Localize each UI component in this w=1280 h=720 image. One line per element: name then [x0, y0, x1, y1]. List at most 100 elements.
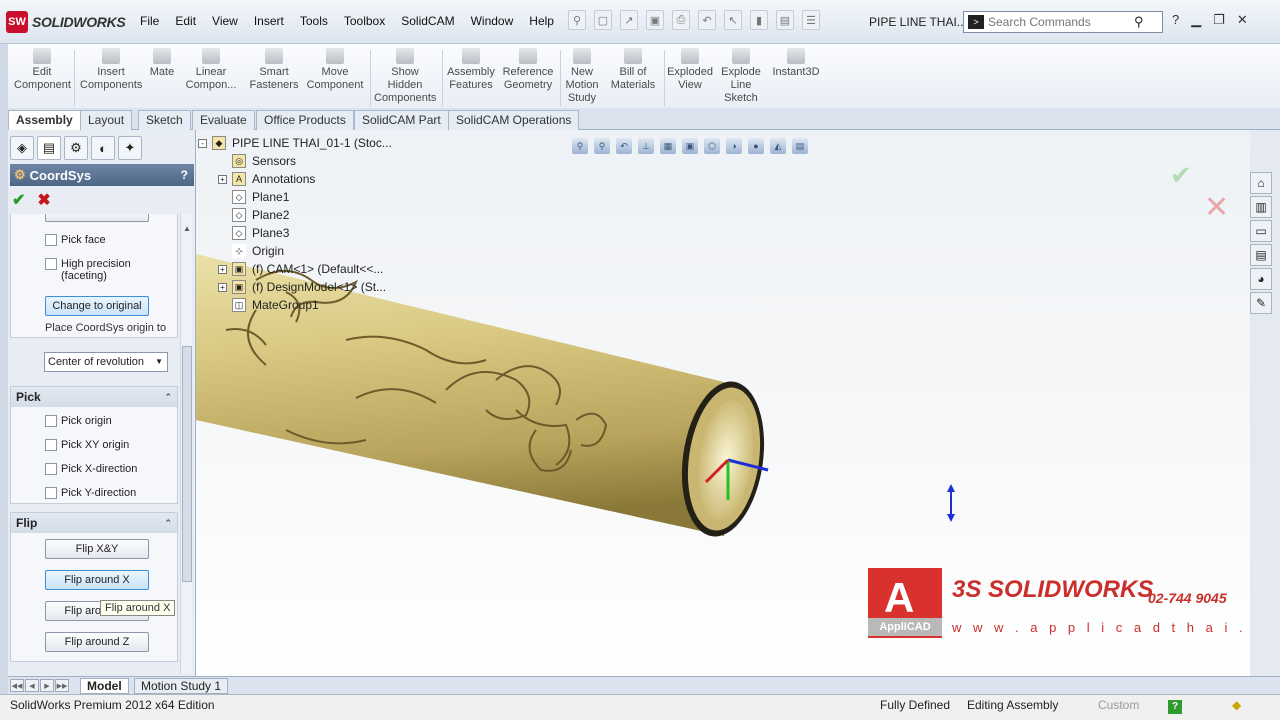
- print-icon[interactable]: ⎙: [672, 10, 690, 30]
- custom-properties-icon[interactable]: ✎: [1250, 292, 1272, 314]
- appearances-icon[interactable]: ◕: [1250, 268, 1272, 290]
- next-tab-icon[interactable]: ▶: [40, 679, 54, 692]
- mate-button[interactable]: Mate: [146, 48, 178, 79]
- pick-x-direction-checkbox[interactable]: Pick X-direction: [45, 463, 137, 475]
- flip-around-z-button[interactable]: Flip around Z: [45, 632, 149, 652]
- solidcam-tab-icon[interactable]: ✦: [118, 136, 142, 160]
- solidworks-logo[interactable]: SW SOLIDWORKS: [6, 10, 126, 34]
- menu-toolbox[interactable]: Toolbox: [344, 14, 385, 28]
- dynamic-annotation-icon[interactable]: ▦: [660, 138, 676, 154]
- menu-window[interactable]: Window: [471, 14, 514, 28]
- edit-appearance-icon[interactable]: ●: [748, 138, 764, 154]
- checkbox-box[interactable]: [45, 415, 57, 427]
- new-motion-study-button[interactable]: New Motion Study: [564, 48, 600, 105]
- view-palette-icon[interactable]: ▤: [1250, 244, 1272, 266]
- pick-face-checkbox[interactable]: Pick face: [45, 234, 106, 246]
- pick-origin-checkbox[interactable]: Pick origin: [45, 415, 112, 427]
- minimize-icon[interactable]: ▁: [1191, 12, 1201, 28]
- open-icon[interactable]: ↗: [620, 10, 638, 30]
- help-button[interactable]: ?: [181, 168, 188, 182]
- menu-solidcam[interactable]: SolidCAM: [401, 14, 454, 28]
- first-tab-icon[interactable]: ◀◀: [10, 679, 24, 692]
- display-style-icon[interactable]: ⬡: [704, 138, 720, 154]
- show-hidden-components-button[interactable]: Show Hidden Components: [374, 48, 436, 105]
- menu-view[interactable]: View: [212, 14, 238, 28]
- section-view-icon[interactable]: ⊥: [638, 138, 654, 154]
- tab-model[interactable]: Model: [80, 678, 129, 694]
- view-settings-icon[interactable]: ▤: [792, 138, 808, 154]
- restore-icon[interactable]: ❐: [1213, 12, 1225, 28]
- checkbox-box[interactable]: [45, 439, 57, 451]
- vertical-scrollbar[interactable]: ▲: [180, 214, 192, 674]
- checkbox-box[interactable]: [45, 463, 57, 475]
- previous-view-icon[interactable]: ↶: [616, 138, 632, 154]
- change-to-original-button[interactable]: Change to original: [45, 296, 149, 316]
- move-component-button[interactable]: Move Component: [306, 48, 364, 92]
- hide-show-items-icon[interactable]: ◑: [726, 138, 742, 154]
- scroll-up-icon[interactable]: ▲: [183, 224, 191, 233]
- tree-item-cam[interactable]: + ▣ (f) CAM<1> (Default<<...: [198, 260, 392, 278]
- high-precision-checkbox[interactable]: High precision (faceting): [45, 258, 155, 282]
- configuration-manager-tab-icon[interactable]: ⚙: [64, 136, 88, 160]
- design-library-icon[interactable]: ▥: [1250, 196, 1272, 218]
- tab-evaluate[interactable]: Evaluate: [192, 110, 255, 130]
- select-icon[interactable]: ↖: [724, 10, 742, 30]
- tree-item-origin[interactable]: ⊹ Origin: [198, 242, 392, 260]
- cancel-x-icon[interactable]: ✖: [37, 190, 50, 210]
- rebuild-icon[interactable]: ▮: [750, 10, 768, 30]
- smart-fasteners-button[interactable]: Smart Fasteners: [246, 48, 302, 92]
- undo-icon[interactable]: ↶: [698, 10, 716, 30]
- menu-tools[interactable]: Tools: [300, 14, 328, 28]
- assembly-features-button[interactable]: Assembly Features: [446, 48, 496, 92]
- tree-item-plane3[interactable]: ◇ Plane3: [198, 224, 392, 242]
- menu-file[interactable]: File: [140, 14, 159, 28]
- status-help-icon[interactable]: ?: [1168, 700, 1182, 714]
- tree-item-designmodel[interactable]: + ▣ (f) DesignModel<1> (St...: [198, 278, 392, 296]
- zoom-to-fit-icon[interactable]: ⚲: [572, 138, 588, 154]
- scroll-thumb[interactable]: [182, 346, 192, 582]
- view-orientation-icon[interactable]: ▣: [682, 138, 698, 154]
- collapse-icon[interactable]: ⌃: [164, 387, 172, 407]
- tab-solidcam-operations[interactable]: SolidCAM Operations: [448, 110, 580, 130]
- pick-xy-origin-checkbox[interactable]: Pick XY origin: [45, 439, 129, 451]
- flip-xy-button[interactable]: Flip X&Y: [45, 539, 149, 559]
- tree-item-plane1[interactable]: ◇ Plane1: [198, 188, 392, 206]
- display-manager-tab-icon[interactable]: ◐: [91, 136, 115, 160]
- tree-item-assembly[interactable]: - ◆ PIPE LINE THAI_01-1 (Stoc...: [198, 134, 392, 152]
- pin-icon[interactable]: ⚲: [568, 10, 586, 30]
- close-icon[interactable]: ✕: [1237, 12, 1248, 28]
- tree-item-annotations[interactable]: + A Annotations: [198, 170, 392, 188]
- menu-insert[interactable]: Insert: [254, 14, 284, 28]
- menu-help[interactable]: Help: [529, 14, 554, 28]
- pick-y-direction-checkbox[interactable]: Pick Y-direction: [45, 487, 136, 499]
- tab-assembly[interactable]: Assembly: [8, 110, 81, 130]
- prev-tab-icon[interactable]: ◀: [25, 679, 39, 692]
- reference-geometry-button[interactable]: Reference Geometry: [500, 48, 556, 92]
- scrolled-button[interactable]: [45, 214, 149, 222]
- instant3d-button[interactable]: Instant3D: [770, 48, 822, 79]
- rebuild-status-icon[interactable]: ◆: [1232, 698, 1241, 712]
- custom-units-select[interactable]: Custom: [1098, 698, 1139, 712]
- search-input[interactable]: [988, 15, 1128, 29]
- bill-of-materials-button[interactable]: Bill of Materials: [606, 48, 660, 92]
- linear-pattern-button[interactable]: Linear Compon...: [182, 48, 240, 92]
- apply-scene-icon[interactable]: ◭: [770, 138, 786, 154]
- tab-sketch[interactable]: Sketch: [138, 110, 191, 130]
- save-icon[interactable]: ▣: [646, 10, 664, 30]
- tree-item-mategroup[interactable]: ◫ MateGroup1: [198, 296, 392, 314]
- tab-layout[interactable]: Layout: [80, 110, 133, 130]
- new-document-icon[interactable]: ▢: [594, 10, 612, 30]
- confirmation-reject-icon[interactable]: ✕: [1204, 190, 1229, 225]
- flip-around-x-button[interactable]: Flip around X: [45, 570, 149, 590]
- insert-components-button[interactable]: Insert Components: [80, 48, 142, 92]
- explode-line-sketch-button[interactable]: Explode Line Sketch: [718, 48, 764, 105]
- tree-item-sensors[interactable]: ◎ Sensors: [198, 152, 392, 170]
- graphics-area[interactable]: - ◆ PIPE LINE THAI_01-1 (Stoc... ◎ Sensors …: [196, 130, 1250, 676]
- last-tab-icon[interactable]: ▶▶: [55, 679, 69, 692]
- collapse-icon[interactable]: ⌃: [164, 513, 172, 533]
- pick-group-header[interactable]: Pick ⌃: [11, 387, 177, 407]
- file-explorer-icon[interactable]: ▭: [1250, 220, 1272, 242]
- search-icon[interactable]: ⚲: [1134, 14, 1144, 30]
- help-icon[interactable]: ?: [1172, 12, 1179, 28]
- tab-solidcam-part[interactable]: SolidCAM Part: [354, 110, 449, 130]
